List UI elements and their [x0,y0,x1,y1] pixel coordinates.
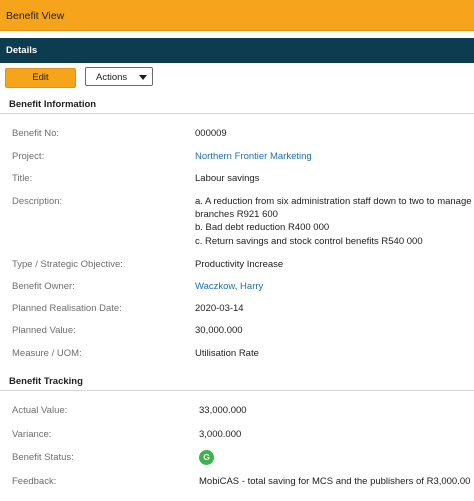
section-benefit-information: Benefit Information [0,96,474,114]
description-label: Description: [12,196,63,207]
objective-value: Productivity Increase [195,259,284,270]
section-title-benefit-information: Benefit Information [9,99,97,110]
benefit-no-label: Benefit No: [12,128,59,139]
actions-dropdown-button[interactable]: Actions [85,67,153,86]
actual-value-label: Actual Value: [12,405,68,416]
title-bar: Benefit View [0,0,474,31]
benefit-status-label: Benefit Status: [12,452,74,463]
realisation-date-value: 2020-03-14 [195,303,244,314]
page-title: Benefit View [6,10,65,22]
title-label: Title: [12,173,33,184]
measure-label: Measure / UOM: [12,348,82,359]
measure-value: Utilisation Rate [195,348,259,359]
status-badge: G [199,450,214,465]
planned-value-value: 30,000.000 [195,325,243,336]
actual-value-value: 33,000.000 [199,405,247,416]
benefit-no-value: 000009 [195,128,227,139]
details-panel-header: Details [0,38,474,63]
planned-value-label: Planned Value: [12,325,76,336]
owner-link[interactable]: Waczkow, Harry [195,281,263,292]
feedback-label: Feedback: [12,476,57,487]
title-value: Labour savings [195,173,260,184]
section-benefit-tracking: Benefit Tracking [0,373,474,391]
description-line: branches R921 600 [195,209,278,220]
owner-label: Benefit Owner: [12,281,75,292]
variance-label: Variance: [12,429,52,440]
variance-value: 3,000.000 [199,429,242,440]
description-line: c. Return savings and stock control bene… [195,236,423,247]
chevron-down-icon [139,75,147,80]
edit-button[interactable]: Edit [5,68,76,88]
section-title-benefit-tracking: Benefit Tracking [9,376,83,387]
description-line: b. Bad debt reduction R400 000 [195,222,330,233]
feedback-value: MobiCAS - total saving for MCS and the p… [199,476,471,487]
project-label: Project: [12,151,45,162]
details-title: Details [6,45,38,56]
project-link[interactable]: Northern Frontier Marketing [195,151,312,162]
actions-label: Actions [96,72,128,83]
realisation-date-label: Planned Realisation Date: [12,303,122,314]
description-line: a. A reduction from six administration s… [195,196,472,207]
objective-label: Type / Strategic Objective: [12,259,123,270]
